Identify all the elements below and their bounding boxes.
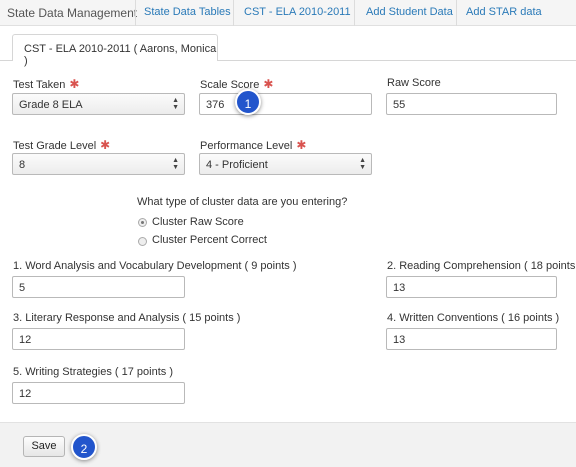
cluster-1-label: 1. Word Analysis and Vocabulary Developm… (13, 260, 297, 272)
cluster-percent-correct-radio[interactable] (138, 237, 147, 246)
cluster-4-label: 4. Written Conventions ( 16 points ) (387, 312, 560, 324)
performance-level-label: Performance Level ✱ (200, 138, 307, 152)
nav-link-add-star-data[interactable]: Add STAR data (466, 6, 542, 18)
nav-divider (135, 0, 136, 26)
nav-link-cst-ela[interactable]: CST - ELA 2010-2011 (244, 6, 351, 18)
test-taken-select[interactable]: Grade 8 ELA ▲ ▼ (12, 93, 185, 115)
cluster-4-value: 13 (393, 334, 406, 346)
cluster-1-value: 5 (19, 282, 26, 294)
tab-cst-ela-record[interactable]: CST - ELA 2010-2011 ( Aarons, Monica ) (12, 34, 218, 67)
test-grade-level-value: 8 (19, 159, 26, 171)
select-arrows-icon: ▲ ▼ (172, 157, 179, 171)
cluster-2-label: 2. Reading Comprehension ( 18 points ) (387, 260, 576, 272)
scale-score-input[interactable]: 376 (199, 93, 372, 115)
brand-title: State Data Management (7, 6, 138, 20)
test-grade-level-select[interactable]: 8 ▲ ▼ (12, 153, 185, 175)
scale-score-value: 376 (206, 99, 225, 111)
performance-level-value: 4 - Proficient (206, 159, 268, 171)
required-icon: ✱ (100, 138, 111, 152)
select-arrows-icon: ▲ ▼ (172, 97, 179, 111)
nav-link-state-data-tables[interactable]: State Data Tables (144, 6, 231, 18)
cluster-question: What type of cluster data are you enteri… (137, 196, 348, 208)
test-taken-label: Test Taken ✱ (13, 77, 80, 91)
cluster-3-value: 12 (19, 334, 32, 346)
cluster-4-input[interactable]: 13 (386, 328, 557, 350)
top-nav-bar: State Data Management State Data Tables … (0, 0, 576, 26)
cluster-5-input[interactable]: 12 (12, 382, 185, 404)
cluster-raw-score-radio[interactable] (138, 218, 147, 227)
cluster-3-input[interactable]: 12 (12, 328, 185, 350)
cluster-2-input[interactable]: 13 (386, 276, 557, 298)
required-icon: ✱ (263, 77, 274, 91)
cluster-percent-correct-label[interactable]: Cluster Percent Correct (152, 234, 267, 246)
nav-divider (456, 0, 457, 26)
tab-label: CST - ELA 2010-2011 ( Aarons, Monica ) (24, 43, 217, 67)
nav-divider (354, 0, 355, 26)
cluster-2-value: 13 (393, 282, 406, 294)
cluster-3-label: 3. Literary Response and Analysis ( 15 p… (13, 312, 241, 324)
step-2-callout: 2 (71, 434, 97, 460)
performance-level-select[interactable]: 4 - Proficient ▲ ▼ (199, 153, 372, 175)
test-grade-level-label: Test Grade Level ✱ (13, 138, 111, 152)
raw-score-value: 55 (393, 99, 406, 111)
nav-link-add-student-data[interactable]: Add Student Data (366, 6, 453, 18)
save-button[interactable]: Save (23, 436, 65, 457)
nav-divider (233, 0, 234, 26)
raw-score-input[interactable]: 55 (386, 93, 557, 115)
step-1-callout: 1 (235, 89, 261, 115)
cluster-5-value: 12 (19, 388, 32, 400)
cluster-raw-score-label[interactable]: Cluster Raw Score (152, 216, 244, 228)
select-arrows-icon: ▲ ▼ (359, 157, 366, 171)
scale-score-label: Scale Score ✱ (200, 77, 274, 91)
cluster-1-input[interactable]: 5 (12, 276, 185, 298)
required-icon: ✱ (69, 77, 80, 91)
required-icon: ✱ (296, 138, 307, 152)
raw-score-label: Raw Score (387, 77, 441, 89)
cluster-5-label: 5. Writing Strategies ( 17 points ) (13, 366, 173, 378)
test-taken-value: Grade 8 ELA (19, 99, 83, 111)
